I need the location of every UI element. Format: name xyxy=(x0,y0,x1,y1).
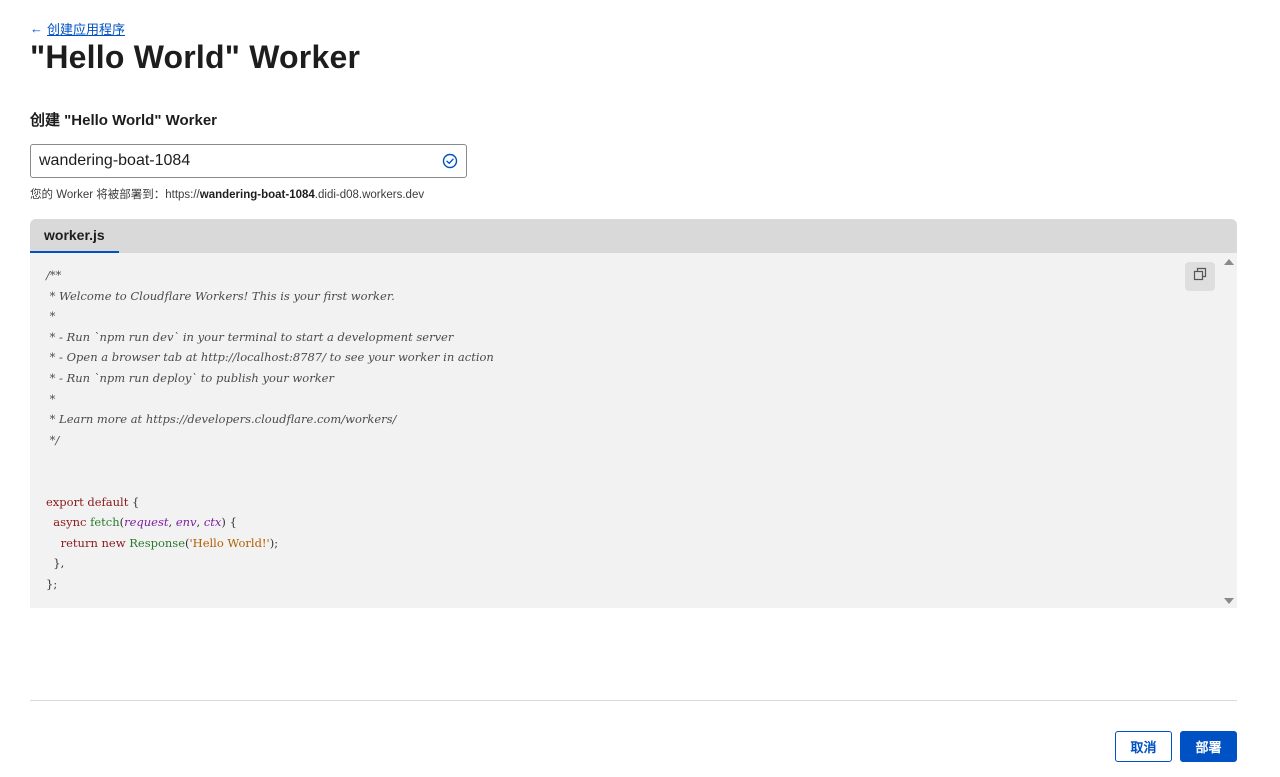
code-line: async fetch(request, env, ctx) { xyxy=(46,512,1221,533)
code-parameter: env xyxy=(175,515,197,530)
create-worker-page: ← 创建应用程序 "Hello World" Worker 创建 "Hello … xyxy=(0,0,1280,777)
code-function: fetch xyxy=(86,515,120,530)
code-content[interactable]: /** * Welcome to Cloudflare Workers! Thi… xyxy=(30,253,1221,608)
footer-divider xyxy=(30,700,1237,701)
code-parameter: request xyxy=(124,515,169,530)
deploy-url-hint: 您的 Worker 将被部署到：https://wandering-boat-1… xyxy=(30,186,424,202)
code-punctuation: , xyxy=(168,515,176,530)
code-comment: * xyxy=(46,391,56,406)
code-line: * - Run `npm run deploy` to publish your… xyxy=(46,368,1221,389)
code-line: export default { xyxy=(46,492,1221,513)
code-comment: */ xyxy=(46,432,60,447)
code-comment: * xyxy=(46,309,56,324)
code-keyword: export default xyxy=(46,494,129,509)
code-punctuation: }; xyxy=(46,576,58,591)
page-title: "Hello World" Worker xyxy=(30,39,361,75)
code-line: * xyxy=(46,389,1221,410)
tab-worker-js[interactable]: worker.js xyxy=(30,219,119,253)
code-punctuation: ) { xyxy=(221,515,237,530)
worker-name-field[interactable] xyxy=(30,144,467,178)
code-line: */ xyxy=(46,430,1221,451)
code-comment: * Welcome to Cloudflare Workers! This is… xyxy=(46,288,395,303)
code-punctuation: , xyxy=(196,515,204,530)
copy-code-button[interactable] xyxy=(1185,262,1215,291)
deploy-hint-suffix: .didi-d08.workers.dev xyxy=(314,189,425,201)
editor-scrollbar[interactable] xyxy=(1221,253,1237,608)
editor-tab-bar: worker.js xyxy=(30,219,1237,253)
deploy-button[interactable]: 部署 xyxy=(1180,731,1237,762)
code-editor: worker.js /** * Welcome to Cloudflare Wo… xyxy=(30,219,1237,608)
copy-icon xyxy=(1193,267,1207,286)
code-comment: * Learn more at https://developers.cloud… xyxy=(46,412,397,427)
code-parameter: ctx xyxy=(203,515,222,530)
back-arrow-icon: ← xyxy=(30,21,43,36)
code-comment: * - Run `npm run dev` in your terminal t… xyxy=(46,329,454,344)
code-punctuation: ); xyxy=(269,535,279,550)
code-keyword: return new xyxy=(46,535,126,550)
code-line: }; xyxy=(46,574,1221,595)
code-comment: * - Run `npm run deploy` to publish your… xyxy=(46,370,334,385)
section-title: 创建 "Hello World" Worker xyxy=(30,112,218,129)
code-line: /** xyxy=(46,265,1221,286)
code-line: * Learn more at https://developers.cloud… xyxy=(46,409,1221,430)
back-link-label[interactable]: 创建应用程序 xyxy=(47,19,125,38)
code-class: Response xyxy=(125,535,185,550)
code-line: * - Run `npm run dev` in your terminal t… xyxy=(46,327,1221,348)
code-comment: /** xyxy=(46,268,62,282)
cancel-button[interactable]: 取消 xyxy=(1115,731,1172,762)
code-line: * - Open a browser tab at http://localho… xyxy=(46,347,1221,368)
code-line: * Welcome to Cloudflare Workers! This is… xyxy=(46,286,1221,307)
code-line: return new Response('Hello World!'); xyxy=(46,533,1221,554)
code-comment: * - Open a browser tab at http://localho… xyxy=(46,350,494,365)
deploy-hint-prefix: 您的 Worker 将被部署到：https:// xyxy=(30,189,200,201)
code-line: }, xyxy=(46,553,1221,574)
deploy-hint-worker-name: wandering-boat-1084 xyxy=(199,189,315,201)
code-string: 'Hello World!' xyxy=(189,535,270,550)
worker-name-input[interactable] xyxy=(39,152,442,170)
check-circle-icon xyxy=(442,153,458,169)
scroll-up-arrow-icon[interactable] xyxy=(1224,259,1234,265)
code-line: * xyxy=(46,306,1221,327)
code-keyword: async xyxy=(46,515,87,530)
code-punctuation: }, xyxy=(46,556,65,571)
code-punctuation: { xyxy=(128,494,140,509)
scroll-down-arrow-icon[interactable] xyxy=(1224,598,1234,604)
back-link[interactable]: ← 创建应用程序 xyxy=(30,19,125,38)
